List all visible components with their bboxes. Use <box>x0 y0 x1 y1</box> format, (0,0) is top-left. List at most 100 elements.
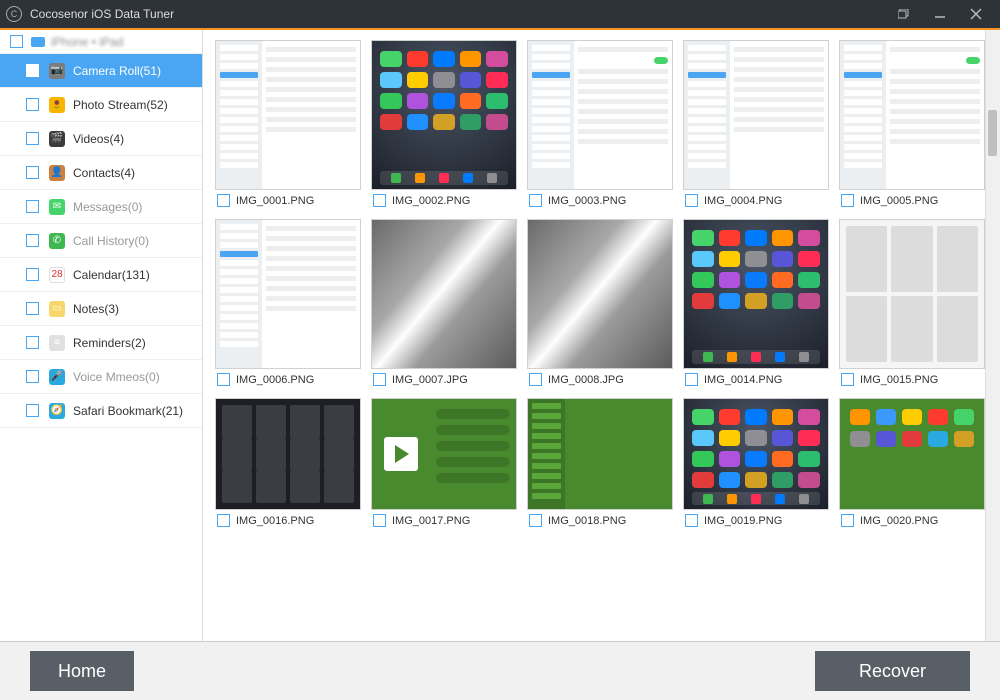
item-checkbox[interactable] <box>529 373 542 386</box>
app-logo-icon: C <box>6 6 22 22</box>
grid-item[interactable]: IMG_0015.PNG <box>839 219 985 394</box>
thumbnail[interactable] <box>215 398 361 510</box>
restore-button[interactable] <box>886 0 922 28</box>
item-checkbox[interactable] <box>685 514 698 527</box>
grid-item[interactable]: IMG_0016.PNG <box>215 398 361 535</box>
category-label: Camera Roll(51) <box>73 64 161 78</box>
grid-item[interactable]: IMG_0003.PNG <box>527 40 673 215</box>
item-filename: IMG_0003.PNG <box>548 195 626 207</box>
grid-item[interactable]: IMG_0019.PNG <box>683 398 829 535</box>
content-area: IMG_0001.PNGIMG_0002.PNG IMG_0003.PNG IMG_… <box>203 30 1000 641</box>
sidebar-item-camera-roll[interactable]: 📷Camera Roll(51) <box>0 54 202 88</box>
item-checkbox[interactable] <box>529 514 542 527</box>
item-filename: IMG_0014.PNG <box>704 374 782 386</box>
category-label: Notes(3) <box>73 302 119 316</box>
sidebar-item-videos[interactable]: 🎬Videos(4) <box>0 122 202 156</box>
item-filename: IMG_0006.PNG <box>236 374 314 386</box>
sidebar-item-photo-stream[interactable]: 🌻Photo Stream(52) <box>0 88 202 122</box>
item-caption: IMG_0019.PNG <box>683 510 829 535</box>
category-checkbox[interactable] <box>26 98 39 111</box>
grid-item[interactable]: IMG_0007.JPG <box>371 219 517 394</box>
thumbnail[interactable] <box>839 219 985 369</box>
sidebar-item-messages[interactable]: ✉Messages(0) <box>0 190 202 224</box>
category-checkbox[interactable] <box>26 370 39 383</box>
item-checkbox[interactable] <box>841 373 854 386</box>
item-checkbox[interactable] <box>217 514 230 527</box>
item-checkbox[interactable] <box>373 514 386 527</box>
thumbnail[interactable] <box>371 40 517 190</box>
notes-icon: ▭ <box>49 301 65 317</box>
device-checkbox[interactable] <box>10 35 23 48</box>
category-checkbox[interactable] <box>26 268 39 281</box>
category-label: Call History(0) <box>73 234 149 248</box>
grid-item[interactable]: IMG_0004.PNG <box>683 40 829 215</box>
thumbnail[interactable] <box>371 219 517 369</box>
thumbnail[interactable] <box>215 40 361 190</box>
item-filename: IMG_0007.JPG <box>392 374 468 386</box>
device-icon <box>31 37 45 47</box>
thumbnail[interactable] <box>683 40 829 190</box>
grid-item[interactable]: IMG_0008.JPG <box>527 219 673 394</box>
thumbnail[interactable] <box>215 219 361 369</box>
safari-icon: 🧭 <box>49 403 65 419</box>
category-checkbox[interactable] <box>26 200 39 213</box>
vertical-scrollbar[interactable] <box>985 30 1000 641</box>
item-checkbox[interactable] <box>685 194 698 207</box>
reminders-icon: ≡ <box>49 335 65 351</box>
item-checkbox[interactable] <box>841 194 854 207</box>
device-row[interactable]: iPhone • iPad <box>0 30 202 54</box>
thumbnail[interactable] <box>527 219 673 369</box>
grid-item[interactable]: IMG_0017.PNG <box>371 398 517 535</box>
item-checkbox[interactable] <box>373 373 386 386</box>
minimize-button[interactable] <box>922 0 958 28</box>
sidebar-item-notes[interactable]: ▭ Notes(3) <box>0 292 202 326</box>
sidebar-item-voice-memos[interactable]: 🎤Voice Mmeos(0) <box>0 360 202 394</box>
category-checkbox[interactable] <box>26 132 39 145</box>
item-checkbox[interactable] <box>217 194 230 207</box>
thumbnail[interactable] <box>683 398 829 510</box>
item-filename: IMG_0005.PNG <box>860 195 938 207</box>
category-checkbox[interactable] <box>26 64 39 77</box>
window-title: Cocosenor iOS Data Tuner <box>30 7 174 21</box>
grid-item[interactable]: IMG_0002.PNG <box>371 40 517 215</box>
thumbnail[interactable] <box>527 398 673 510</box>
home-button[interactable]: Home <box>30 651 134 691</box>
item-checkbox[interactable] <box>373 194 386 207</box>
thumbnail[interactable] <box>527 40 673 190</box>
recover-button[interactable]: Recover <box>815 651 970 691</box>
thumbnail[interactable] <box>839 398 985 510</box>
category-checkbox[interactable] <box>26 404 39 417</box>
grid-item[interactable]: IMG_0018.PNG <box>527 398 673 535</box>
category-checkbox[interactable] <box>26 166 39 179</box>
grid-item[interactable]: IMG_0020.PNG <box>839 398 985 535</box>
device-name: iPhone • iPad <box>51 35 123 49</box>
sidebar-item-calendar[interactable]: 28Calendar(131) <box>0 258 202 292</box>
category-checkbox[interactable] <box>26 302 39 315</box>
item-caption: IMG_0016.PNG <box>215 510 361 535</box>
sidebar-item-call-history[interactable]: ✆Call History(0) <box>0 224 202 258</box>
sidebar-item-reminders[interactable]: ≡Reminders(2) <box>0 326 202 360</box>
sidebar-item-contacts[interactable]: 👤Contacts(4) <box>0 156 202 190</box>
item-checkbox[interactable] <box>529 194 542 207</box>
scrollbar-thumb[interactable] <box>988 110 997 156</box>
thumbnail[interactable] <box>683 219 829 369</box>
item-filename: IMG_0008.JPG <box>548 374 624 386</box>
grid-item[interactable]: IMG_0014.PNG <box>683 219 829 394</box>
category-checkbox[interactable] <box>26 336 39 349</box>
thumbnail[interactable] <box>371 398 517 510</box>
item-checkbox[interactable] <box>685 373 698 386</box>
item-caption: IMG_0017.PNG <box>371 510 517 535</box>
grid-item[interactable]: IMG_0001.PNG <box>215 40 361 215</box>
item-checkbox[interactable] <box>217 373 230 386</box>
close-button[interactable] <box>958 0 994 28</box>
restore-icon <box>898 9 910 19</box>
grid-item[interactable]: IMG_0005.PNG <box>839 40 985 215</box>
category-label: Videos(4) <box>73 132 124 146</box>
category-checkbox[interactable] <box>26 234 39 247</box>
thumbnail[interactable] <box>839 40 985 190</box>
title-bar: C Cocosenor iOS Data Tuner <box>0 0 1000 28</box>
category-label: Messages(0) <box>73 200 142 214</box>
sidebar-item-safari[interactable]: 🧭Safari Bookmark(21) <box>0 394 202 428</box>
grid-item[interactable]: IMG_0006.PNG <box>215 219 361 394</box>
item-checkbox[interactable] <box>841 514 854 527</box>
